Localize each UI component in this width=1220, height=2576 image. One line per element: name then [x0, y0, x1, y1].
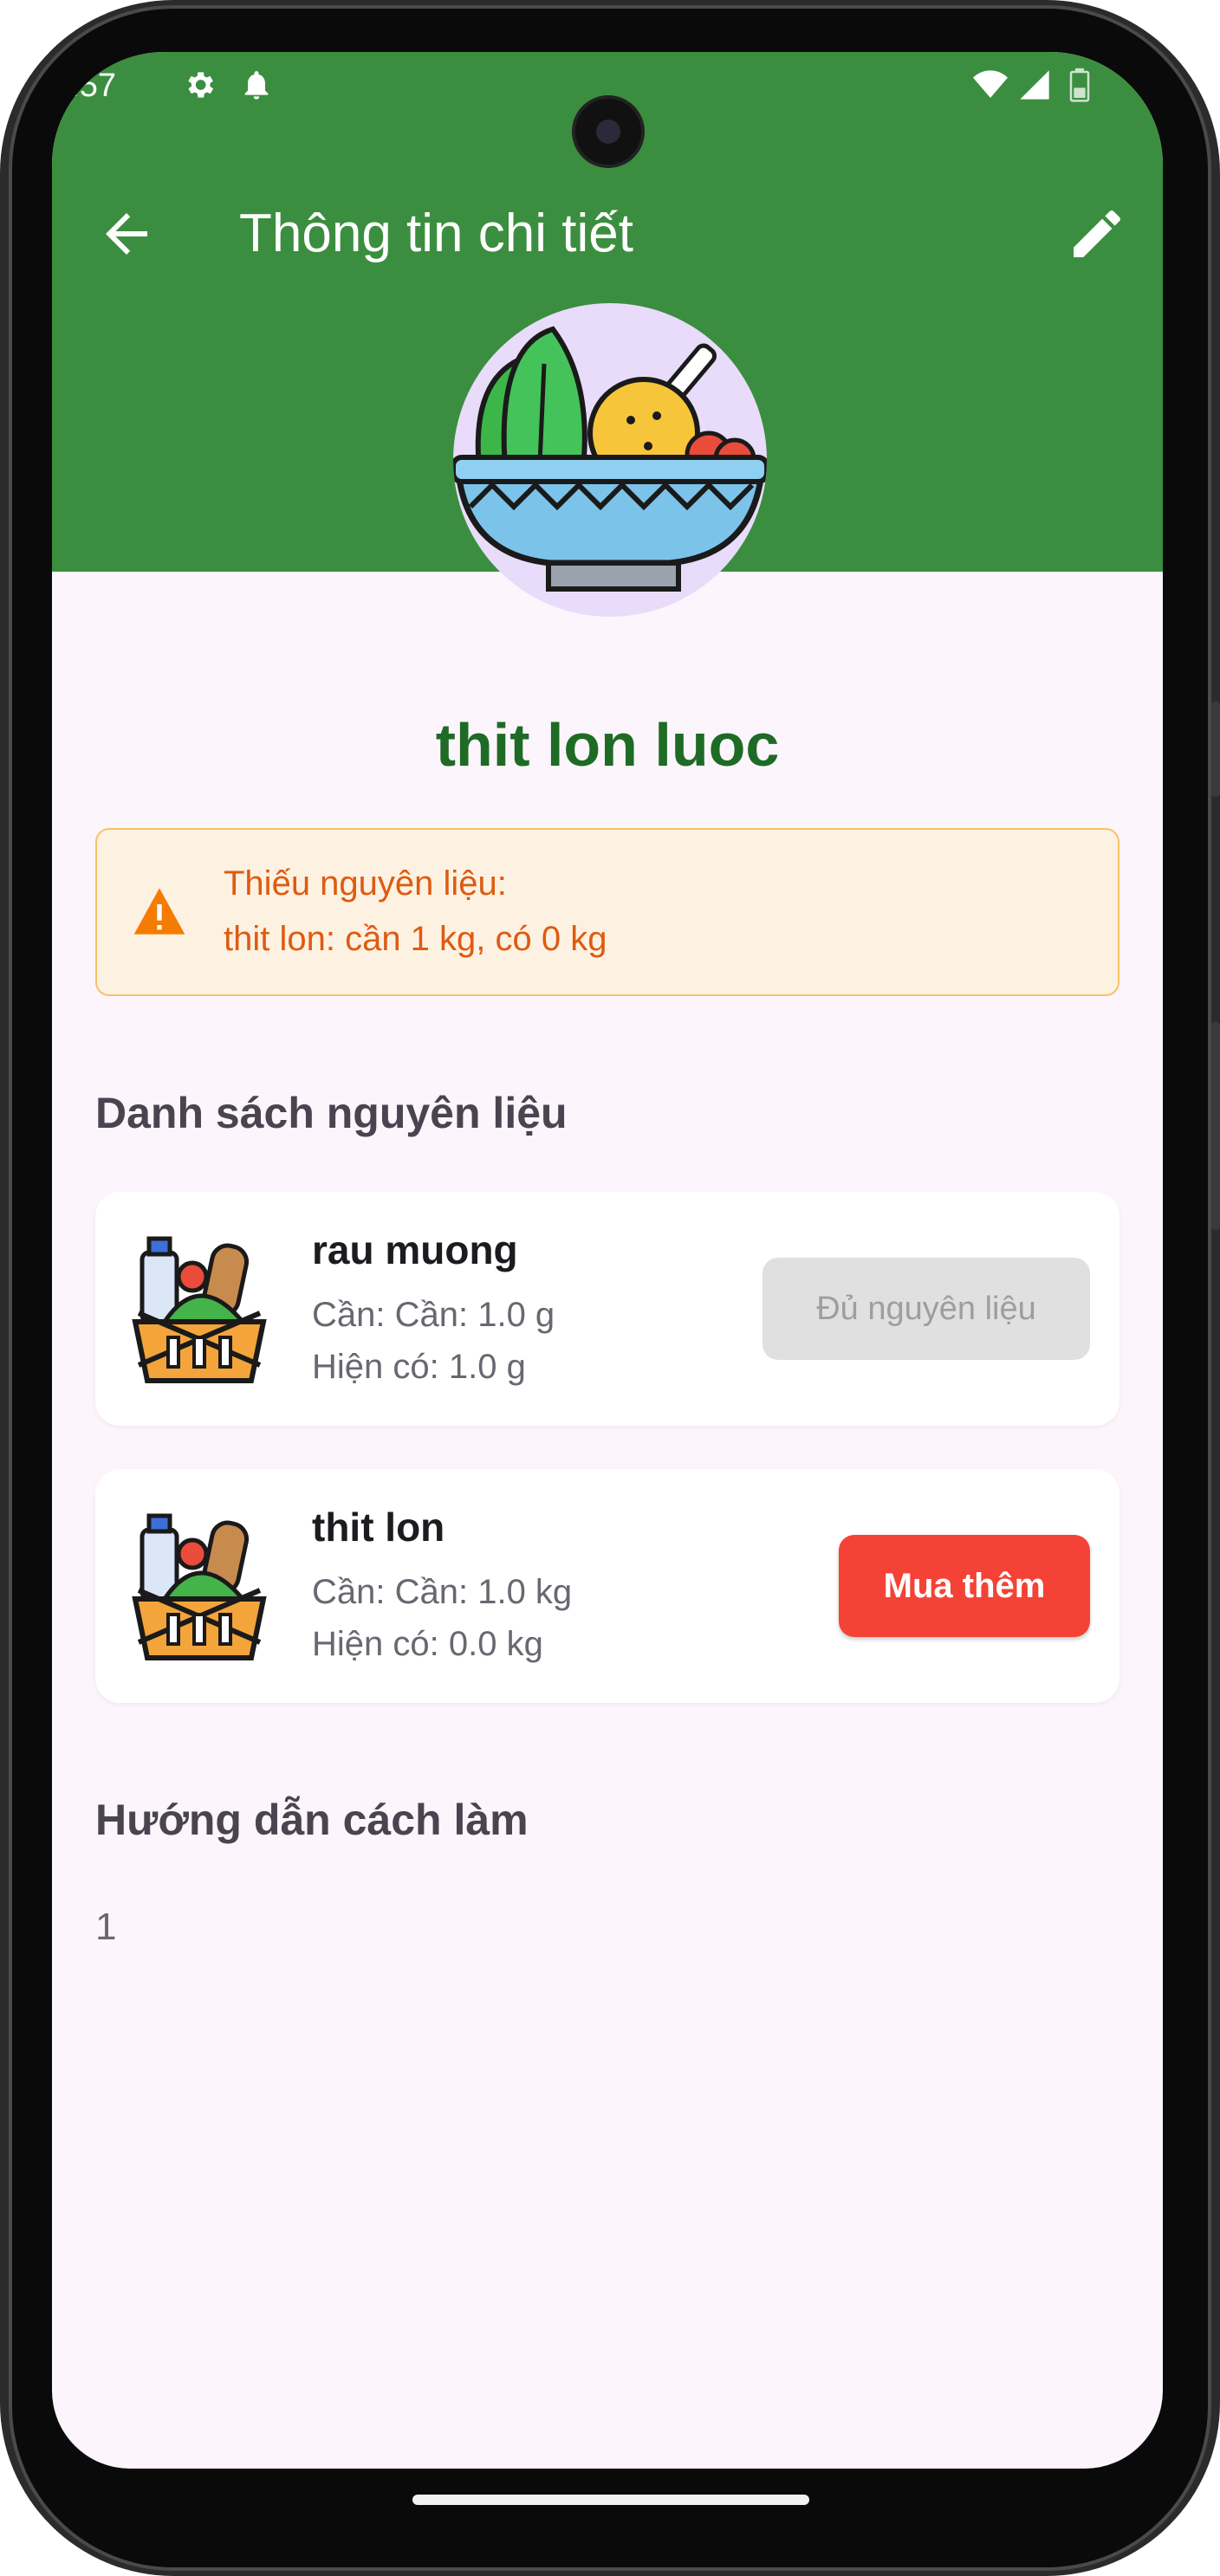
pencil-edit-icon[interactable]	[1066, 203, 1128, 265]
arrow-back-icon[interactable]	[95, 203, 158, 265]
warning-detail: thit lon: cần 1 kg, có 0 kg	[224, 920, 607, 958]
side-button	[1211, 702, 1220, 797]
ingredient-card: rau muong Cần: Cần: 1.0 g Hiện có: 1.0 g…	[95, 1192, 1119, 1426]
ingredient-required: Cần: Cần: 1.0 g	[312, 1296, 555, 1334]
front-camera	[572, 95, 645, 168]
home-indicator[interactable]	[412, 2495, 809, 2505]
instructions-section-title: Hướng dẫn cách làm	[95, 1796, 529, 1844]
phone-frame: 1:57 Thông tin chi tiết thit lon luoc Th…	[0, 0, 1220, 2576]
buy-more-button[interactable]: Mua thêm	[839, 1535, 1090, 1637]
battery-icon	[1069, 68, 1090, 102]
instructions-text: 1	[95, 1906, 117, 1948]
ingredient-card: thit lon Cần: Cần: 1.0 kg Hiện có: 0.0 k…	[95, 1469, 1119, 1703]
missing-ingredients-warning: Thiếu nguyên liệu: thit lon: cần 1 kg, c…	[95, 828, 1119, 996]
dish-avatar	[453, 303, 767, 617]
wifi-icon	[973, 70, 1008, 98]
settings-gear-icon	[188, 72, 214, 98]
ingredient-required: Cần: Cần: 1.0 kg	[312, 1573, 573, 1611]
app-bar: Thông tin chi tiết	[52, 182, 1163, 286]
app-screen: 1:57 Thông tin chi tiết thit lon luoc Th…	[52, 52, 1163, 2469]
warning-title: Thiếu nguyên liệu:	[224, 864, 507, 903]
ingredient-name: thit lon	[312, 1505, 445, 1550]
dish-name: thit lon luoc	[435, 711, 780, 779]
ingredient-name: rau muong	[312, 1227, 518, 1272]
status-time: 1:57	[52, 68, 116, 104]
side-button	[1211, 1022, 1220, 1230]
page-title: Thông tin chi tiết	[239, 204, 633, 263]
salad-bowl-icon	[453, 326, 767, 592]
cellular-signal-icon	[1020, 70, 1049, 100]
ingredient-available: Hiện có: 0.0 kg	[312, 1625, 543, 1663]
grocery-basket-icon	[132, 1513, 267, 1660]
warning-triangle-icon	[133, 888, 185, 935]
ingredients-section-title: Danh sách nguyên liệu	[95, 1089, 568, 1137]
grocery-basket-icon	[132, 1236, 267, 1383]
sufficient-ingredients-button[interactable]: Đủ nguyên liệu	[762, 1258, 1090, 1360]
notification-bell-icon	[244, 71, 269, 100]
ingredient-available: Hiện có: 1.0 g	[312, 1348, 526, 1386]
